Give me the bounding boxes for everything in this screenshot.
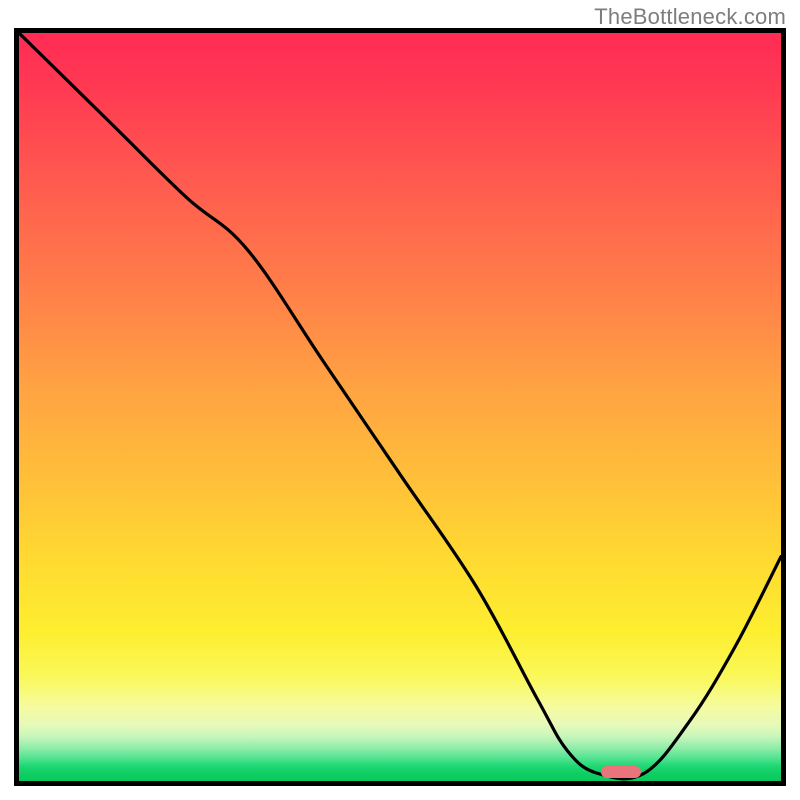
watermark-text: TheBottleneck.com <box>594 4 786 30</box>
bottleneck-curve <box>19 33 781 781</box>
plot-area <box>19 33 781 781</box>
chart-stage: TheBottleneck.com <box>0 0 800 800</box>
chart-frame <box>14 28 786 786</box>
optimum-marker <box>601 766 641 778</box>
